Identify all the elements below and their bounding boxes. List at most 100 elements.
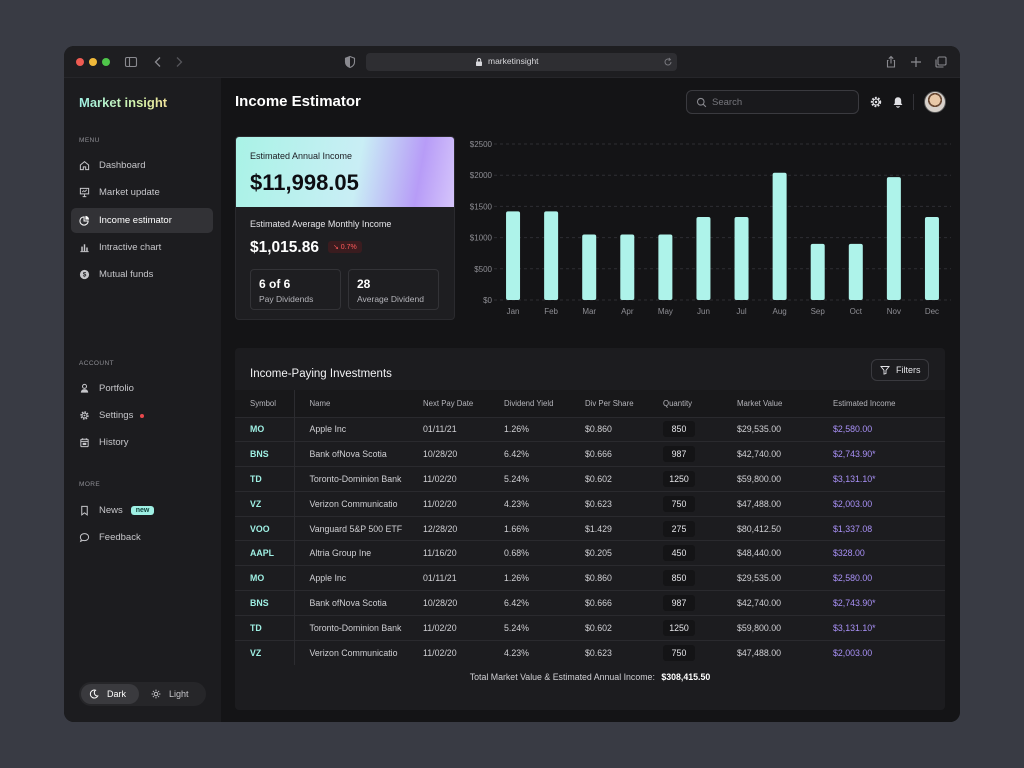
cell-market-value: $59,800.00 xyxy=(737,622,782,633)
cell-quantity: 450 xyxy=(663,541,737,566)
avatar[interactable] xyxy=(924,91,946,113)
bar-dec[interactable] xyxy=(924,217,939,300)
table-row[interactable]: MO Apple Inc 01/11/21 1.26% $0.860 850 $29,535… xyxy=(235,565,945,591)
sidebar-toggle-icon[interactable] xyxy=(124,55,138,69)
sidebar-item-dashboard[interactable]: Dashboard xyxy=(71,153,213,178)
maximize-window-button[interactable] xyxy=(102,58,110,66)
sidebar-item-news[interactable]: News new xyxy=(71,498,213,523)
presentation-icon xyxy=(79,187,90,198)
back-icon[interactable] xyxy=(151,55,165,69)
table-header-row: Symbol Name Next Pay Date Dividend Yield… xyxy=(235,390,945,417)
table-row[interactable]: VOO Vanguard 5&P 500 ETF 12/28/20 1.66% $1.4… xyxy=(235,516,945,541)
table-body: MO Apple Inc 01/11/21 1.26% $0.860 850 $29,535… xyxy=(235,417,945,665)
minimize-window-button[interactable] xyxy=(89,58,97,66)
x-tick-label: Nov xyxy=(887,307,901,316)
sidebar-item-interactive-chart[interactable]: Intractive chart xyxy=(71,235,213,260)
table-row[interactable]: MO Apple Inc 01/11/21 1.26% $0.860 850 $29,535… xyxy=(235,417,945,442)
sidebar-item-label: Feedback xyxy=(99,532,141,543)
quantity-chip: 1250 xyxy=(663,470,695,487)
cell-name: Bank ofNova Scotia xyxy=(309,449,387,460)
cell-name: Bank ofNova Scotia xyxy=(309,597,387,608)
search-input[interactable] xyxy=(712,95,852,110)
bar-jun[interactable] xyxy=(696,217,711,300)
app-logo[interactable]: Market insight xyxy=(79,95,167,110)
bar-mar[interactable] xyxy=(582,234,597,300)
cell-next-pay-date: 11/02/20 xyxy=(423,473,457,484)
shield-icon[interactable] xyxy=(343,55,357,69)
pay-dividends-box: 6 of 6 Pay Dividends xyxy=(250,269,341,310)
investments-table-card: Income-Paying Investments Filters Symbol… xyxy=(235,348,945,710)
sidebar-item-income-estimator[interactable]: Income estimator xyxy=(71,208,213,233)
column-header-quantity[interactable]: Quantity xyxy=(663,390,737,417)
bell-icon[interactable] xyxy=(892,96,904,108)
bar-jul[interactable] xyxy=(734,217,749,300)
bar-apr[interactable] xyxy=(620,234,635,300)
tabs-overview-icon[interactable] xyxy=(934,55,948,69)
sidebar-item-settings[interactable]: Settings xyxy=(71,403,213,428)
total-label: Total Market Value & Estimated Annual In… xyxy=(469,672,655,682)
light-mode-button[interactable]: Light xyxy=(143,684,203,704)
monthly-change-badge: ↘ 0.7% xyxy=(328,241,362,253)
dark-mode-button[interactable]: Dark xyxy=(81,684,139,704)
sidebar-item-history[interactable]: History xyxy=(71,430,213,455)
search-box[interactable] xyxy=(686,90,859,114)
share-icon[interactable] xyxy=(884,55,898,69)
cell-next-pay-date: 10/28/20 xyxy=(423,597,458,608)
bar-oct[interactable] xyxy=(848,243,863,300)
close-window-button[interactable] xyxy=(76,58,84,66)
notification-dot xyxy=(140,413,145,418)
column-header-dividend-yield[interactable]: Dividend Yield xyxy=(504,390,585,417)
table-row[interactable]: AAPL Altria Group Ine 11/16/20 0.68% $0.205 4… xyxy=(235,540,945,566)
filters-button[interactable]: Filters xyxy=(871,359,929,381)
table-row[interactable]: VZ Verizon Communicatio 11/02/20 4.23% $0.62… xyxy=(235,491,945,517)
cell-next-pay-date: 12/28/20 xyxy=(423,523,458,534)
quantity-chip: 987 xyxy=(663,594,695,611)
column-header-div-per-share[interactable]: Div Per Share xyxy=(585,390,663,417)
cell-symbol: AAPL xyxy=(235,540,295,566)
column-header-estimated-income[interactable]: Estimated Income xyxy=(833,390,945,417)
column-header-market-value[interactable]: Market Value xyxy=(737,390,833,417)
column-header-symbol[interactable]: Symbol xyxy=(235,390,295,417)
sidebar-item-label: Dashboard xyxy=(99,160,146,171)
gear-icon xyxy=(80,411,89,420)
new-tab-icon[interactable] xyxy=(909,55,923,69)
bar-aug[interactable] xyxy=(772,172,787,300)
bar-nov[interactable] xyxy=(886,177,901,300)
cell-dividend-yield: 6.42% xyxy=(504,449,529,460)
table-row[interactable]: BNS Bank ofNova Scotia 10/28/20 6.42% $0.666… xyxy=(235,441,945,467)
cell-dividend-yield: 5.24% xyxy=(504,473,529,484)
table-row[interactable]: BNS Bank ofNova Scotia 10/28/20 6.42% $0.666… xyxy=(235,590,945,616)
bar-feb[interactable] xyxy=(544,211,559,300)
cell-quantity: 750 xyxy=(663,640,737,665)
forward-icon[interactable] xyxy=(172,55,186,69)
sidebar-item-portfolio[interactable]: Portfolio xyxy=(71,376,213,401)
bar-may[interactable] xyxy=(658,234,673,300)
cell-name: Vanguard 5&P 500 ETF xyxy=(309,523,403,534)
table-total: Total Market Value & Estimated Annual In… xyxy=(235,672,945,682)
menu-section-label: MENU xyxy=(79,137,100,144)
bar-jan[interactable] xyxy=(506,211,521,300)
x-tick-label: Jul xyxy=(736,307,746,316)
table-row[interactable]: TD Toronto-Dominion Bank 11/02/20 5.24% $0.6… xyxy=(235,615,945,641)
search-icon xyxy=(696,97,707,108)
cell-symbol: VZ xyxy=(235,491,295,517)
y-tick-label: $1500 xyxy=(470,202,493,211)
cell-div-per-share: $0.602 xyxy=(585,473,612,484)
reload-icon[interactable] xyxy=(663,57,673,67)
sidebar-item-feedback[interactable]: Feedback xyxy=(71,525,213,550)
cell-quantity: 987 xyxy=(663,442,737,467)
address-bar[interactable]: marketinsight xyxy=(366,53,677,71)
sidebar-item-market-update[interactable]: Market update xyxy=(71,180,213,205)
settings-gear-icon[interactable] xyxy=(870,96,882,108)
column-header-name[interactable]: Name xyxy=(294,390,423,417)
bar-sep[interactable] xyxy=(810,243,825,300)
monthly-income-label: Estimated Average Monthly Income xyxy=(250,219,392,229)
sidebar-item-mutual-funds[interactable]: $ Mutual funds xyxy=(71,262,213,287)
moon-icon xyxy=(89,689,99,699)
table-row[interactable]: TD Toronto-Dominion Bank 11/02/20 5.24% $0.6… xyxy=(235,466,945,492)
quantity-chip: 987 xyxy=(663,446,695,463)
column-header-next-pay-date[interactable]: Next Pay Date xyxy=(423,390,504,417)
cell-name: Apple Inc xyxy=(309,424,347,435)
x-tick-label: Oct xyxy=(850,307,863,316)
table-row[interactable]: VZ Verizon Communicatio 11/02/20 4.23% $0.62… xyxy=(235,640,945,665)
